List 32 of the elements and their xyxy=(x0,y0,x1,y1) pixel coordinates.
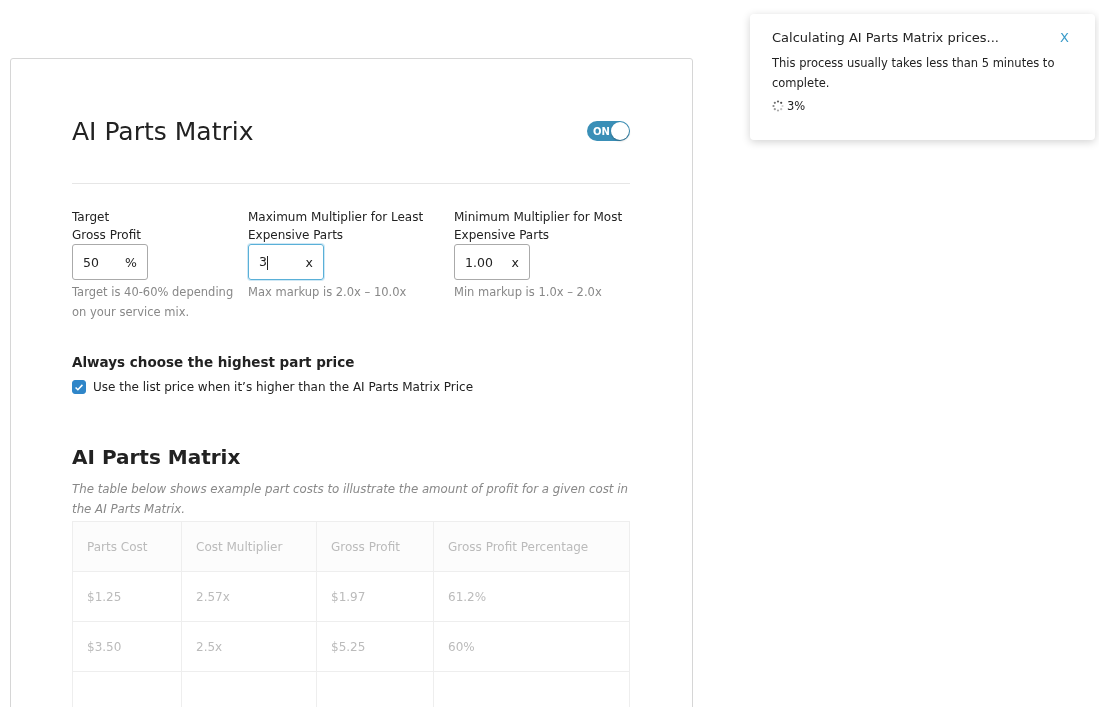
section-heading: Always choose the highest part price xyxy=(72,354,356,370)
column-header: Gross Profit Percentage xyxy=(433,521,630,572)
column-header: Parts Cost xyxy=(72,521,182,572)
table-cell: $5.25 xyxy=(316,621,434,672)
field-label: Target Gross Profit xyxy=(72,209,142,244)
column-header: Gross Profit xyxy=(316,521,434,572)
progress-text: 3% xyxy=(787,99,806,113)
table-cell: 2.5x xyxy=(181,621,317,672)
input-field[interactable]: 50 % xyxy=(72,244,148,280)
checkbox[interactable] xyxy=(72,380,86,394)
input-field[interactable]: 1.00 x xyxy=(454,244,530,280)
table-cell: $3.50 xyxy=(72,621,182,672)
column-header: Cost Multiplier xyxy=(181,521,317,572)
toast-message: This process usually takes less than 5 minutes to complete. xyxy=(772,55,1056,92)
table-cell: 61.2% xyxy=(433,571,630,622)
page-title: AI Parts Matrix xyxy=(72,116,254,146)
table-description: The table below shows example part costs to illustrate the amount of profit for a given cost in the AI Parts Matrix. xyxy=(72,481,629,518)
field-label: Minimum Multiplier for Most Expensive Parts xyxy=(454,209,624,244)
section-title: AI Parts Matrix xyxy=(72,445,242,469)
toast-title: Calculating AI Parts Matrix prices... xyxy=(772,30,999,45)
table-cell: $1.97 xyxy=(316,571,434,622)
input-field[interactable]: 3 x xyxy=(248,244,324,280)
field-label: Maximum Multiplier for Least Expensive Parts xyxy=(248,209,425,244)
field-hint: Max markup is 2.0x – 10.0x xyxy=(248,284,408,301)
toggle-switch[interactable]: ON xyxy=(587,121,630,141)
field-hint: Min markup is 1.0x – 2.0x xyxy=(454,284,603,301)
spinner-icon xyxy=(772,100,784,112)
table-cell: 2.57x xyxy=(181,571,317,622)
checkbox-label: Use the list price when it’s higher than the AI Parts Matrix Price xyxy=(93,380,474,394)
table-cell: $1.25 xyxy=(72,571,182,622)
table-cell: 60% xyxy=(433,621,630,672)
field-hint: Target is 40-60% depending on your service mix. xyxy=(72,284,235,321)
